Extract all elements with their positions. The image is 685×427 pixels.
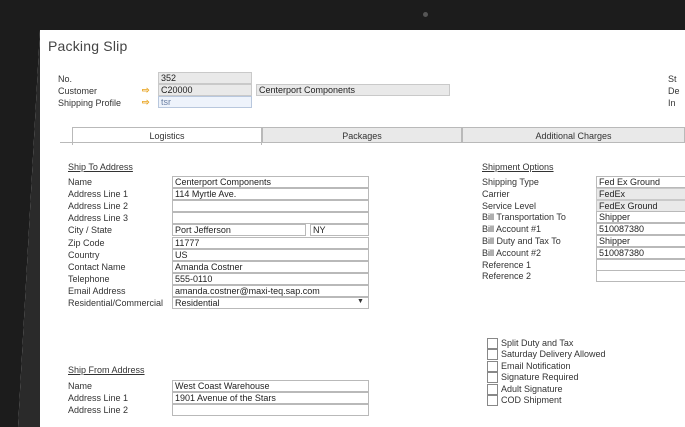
field-label: Name [68,177,93,187]
ship-from-field[interactable] [172,404,369,417]
checkbox[interactable] [487,349,498,361]
field-label: Telephone [68,273,110,284]
ship-to-field[interactable] [172,200,369,213]
option-field[interactable]: Fed Ex Ground [596,176,685,188]
option-field[interactable]: FedEx Ground [596,199,685,212]
ship-to-section-title: Ship To Address [68,162,133,172]
option-label: Reference 2 [482,271,532,282]
option-label: Shipping Type [482,177,539,187]
city-field[interactable]: Port Jefferson [172,224,306,237]
ship-to-field[interactable]: US [172,248,369,261]
option-field[interactable]: 510087380 [596,223,685,236]
option-field[interactable] [596,258,685,271]
field-label: Address Line 1 [68,393,129,404]
shipping-profile-label: Shipping Profile [58,98,122,108]
option-label: Bill Account #2 [482,247,542,258]
dropdown-arrow-icon[interactable]: ▼ [357,298,364,305]
app-screen: Packing Slip No. 352 Customer ⇨ C20000 C… [40,30,685,427]
option-label: Reference 1 [482,259,532,270]
customer-label: Customer [58,86,98,96]
ship-to-field[interactable]: Centerport Components [172,176,369,188]
tab-panel [60,142,685,427]
ship-to-field[interactable]: amanda.costner@maxi-teq.sap.com [172,284,369,297]
checkbox[interactable] [487,360,498,372]
checkbox[interactable] [487,338,498,349]
field-label: City / State [68,225,113,236]
option-label: Carrier [482,188,510,199]
shipping-profile-field[interactable]: tsr [158,96,252,108]
field-label: Name [68,381,93,391]
no-label: No. [58,74,73,84]
ship-to-field[interactable]: Amanda Costner [172,260,369,273]
option-field[interactable] [596,270,685,283]
option-field[interactable]: Shipper [596,235,685,247]
checkbox-label: Split Duty and Tax [501,338,574,348]
checkbox[interactable] [487,383,498,395]
tab-additional-charges[interactable]: Additional Charges [462,127,685,143]
option-field[interactable]: 510087380 [596,246,685,259]
link-arrow-icon[interactable]: ⇨ [142,97,150,108]
state-field[interactable]: NY [310,224,369,237]
checkbox-label: Email Notification [501,360,571,371]
field-label: Email Address [68,285,126,296]
option-label: Bill Account #1 [482,224,542,235]
option-field[interactable]: Shipper [596,211,685,224]
field-label: Address Line 3 [68,213,129,224]
ship-to-field[interactable]: 114 Myrtle Ave. [172,188,369,201]
window-title: Packing Slip [48,38,128,54]
field-label: Contact Name [68,261,126,272]
field-label: Address Line 1 [68,189,129,200]
no-field[interactable]: 352 [158,72,252,84]
checkbox-label: COD Shipment [501,395,562,405]
camera-dot [423,12,428,17]
ship-to-field[interactable]: Residential [172,297,369,309]
checkbox[interactable] [487,395,498,406]
ship-to-field[interactable]: 555-0110 [172,272,369,285]
ship-to-field[interactable]: 11777 [172,236,369,249]
customer-name-field[interactable]: Centerport Components [256,84,450,96]
ship-to-field[interactable] [172,212,369,225]
link-arrow-icon[interactable]: ⇨ [142,85,150,96]
customer-code-field[interactable]: C20000 [158,84,252,96]
option-label: Bill Transportation To [482,212,566,223]
delivery-label-cut: De [668,86,680,96]
ship-from-field[interactable]: 1901 Avenue of the Stars [172,392,369,405]
field-label: Country [68,249,100,260]
field-label: Address Line 2 [68,405,129,416]
option-label: Service Level [482,200,537,211]
field-label: Address Line 2 [68,201,129,212]
status-label-cut: St [668,74,677,84]
checkbox-label: Saturday Delivery Allowed [501,349,606,360]
option-field[interactable]: FedEx [596,187,685,200]
checkbox-label: Signature Required [501,372,579,383]
field-label: Zip Code [68,237,105,248]
option-label: Bill Duty and Tax To [482,236,561,246]
tab-packages[interactable]: Packages [262,127,462,143]
field-label: Residential/Commercial [68,298,164,308]
ship-from-section-title: Ship From Address [68,365,145,375]
checkbox-label: Adult Signature [501,383,563,394]
checkbox[interactable] [487,372,498,384]
ship-from-field[interactable]: West Coast Warehouse [172,380,369,392]
info-label-cut: In [668,98,676,108]
shipment-options-section-title: Shipment Options [482,162,554,172]
orange-banner [124,0,685,10]
